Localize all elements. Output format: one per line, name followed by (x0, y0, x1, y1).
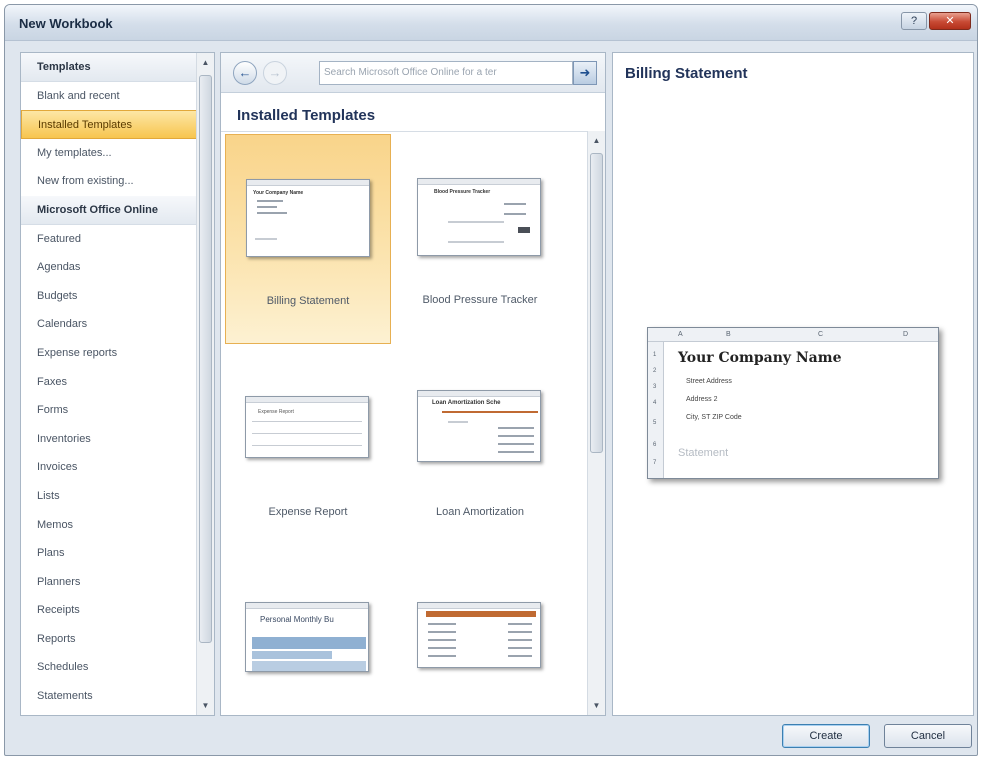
row-header: 2 (653, 368, 657, 374)
template-thumbnail: Personal Monthly Bu (245, 602, 369, 672)
sidebar-header-templates: Templates (21, 53, 197, 82)
row-header: 6 (653, 442, 657, 448)
preview-address-line: Street Address (686, 378, 732, 385)
title-bar: New Workbook ? ✕ (5, 5, 977, 41)
sidebar-item-featured[interactable]: Featured (21, 225, 197, 254)
preview-statement: Statement (678, 447, 729, 459)
preview-company-name: Your Company Name (678, 350, 842, 366)
template-tile-blood-pressure-tracker[interactable]: Blood Pressure Tracker Blood Pressure Tr… (397, 134, 563, 344)
sidebar-item-my-templates[interactable]: My templates... (21, 139, 197, 168)
preview-row-headers: 1 2 3 4 5 6 7 (648, 342, 664, 478)
template-thumbnail: Expense Report (245, 396, 369, 458)
preview-image: A B C D 1 2 3 4 5 6 7 Your Company Name … (647, 327, 939, 479)
column-header: B (726, 331, 731, 338)
column-header: A (678, 331, 683, 338)
thumbnail-title: Loan Amortization Sche (432, 400, 501, 406)
scroll-down-icon[interactable]: ▼ (588, 697, 605, 714)
scroll-thumb[interactable] (590, 153, 603, 453)
sidebar-item-forms[interactable]: Forms (21, 396, 197, 425)
scroll-up-icon[interactable]: ▲ (588, 132, 605, 149)
sidebar-item-reports[interactable]: Reports (21, 625, 197, 654)
create-button[interactable]: Create (782, 724, 870, 748)
thumbnail-title: Blood Pressure Tracker (434, 189, 491, 195)
template-thumbnail: Blood Pressure Tracker (417, 178, 541, 256)
search-go-button[interactable]: ➜ (573, 61, 597, 85)
thumbnail-title: Expense Report (258, 409, 294, 415)
gallery-scrollbar[interactable]: ▲ ▼ (587, 131, 605, 715)
template-thumbnail: Your Company Name (246, 179, 370, 257)
sidebar-item-receipts[interactable]: Receipts (21, 596, 197, 625)
column-header: C (818, 331, 824, 338)
sidebar-item-calendars[interactable]: Calendars (21, 310, 197, 339)
sidebar-item-plans[interactable]: Plans (21, 539, 197, 568)
preview-address-line: Address 2 (686, 396, 718, 403)
window-title: New Workbook (19, 16, 113, 31)
scroll-down-icon[interactable]: ▼ (197, 697, 214, 714)
navigation-bar: ← → Search Microsoft Office Online for a… (221, 53, 605, 93)
thumbnail-title: Your Company Name (253, 190, 304, 196)
search-input[interactable]: Search Microsoft Office Online for a ter (319, 61, 573, 85)
sidebar-item-faxes[interactable]: Faxes (21, 368, 197, 397)
gallery-title: Installed Templates (237, 107, 376, 124)
row-header: 1 (653, 352, 657, 358)
template-thumbnail: Loan Amortization Sche (417, 390, 541, 462)
window-controls: ? ✕ (901, 12, 971, 30)
sidebar-item-budgets[interactable]: Budgets (21, 282, 197, 311)
forward-button[interactable]: → (263, 61, 287, 85)
back-button[interactable]: ← (233, 61, 257, 85)
row-header: 3 (653, 384, 657, 390)
sidebar-item-inventories[interactable]: Inventories (21, 425, 197, 454)
cancel-button[interactable]: Cancel (884, 724, 972, 748)
row-header: 5 (653, 420, 657, 426)
column-header: D (903, 331, 909, 338)
preview-title: Billing Statement (625, 65, 748, 82)
sidebar-item-agendas[interactable]: Agendas (21, 253, 197, 282)
template-thumbnail (417, 602, 541, 668)
sidebar-item-blank-and-recent[interactable]: Blank and recent (21, 82, 197, 111)
template-gallery: Your Company Name Billing Statement Bloo… (221, 131, 589, 715)
row-header: 4 (653, 400, 657, 406)
template-label: Blood Pressure Tracker (422, 294, 538, 306)
sidebar-item-expense-reports[interactable]: Expense reports (21, 339, 197, 368)
template-label: Expense Report (268, 506, 348, 518)
scroll-up-icon[interactable]: ▲ (197, 54, 214, 71)
template-tile-expense-report[interactable]: Expense Report Expense Report (225, 346, 391, 556)
category-list: Templates Blank and recent Installed Templ… (21, 53, 197, 715)
preview-column-headers: A B C D (648, 328, 938, 342)
template-gallery-panel: ← → Search Microsoft Office Online for a… (220, 52, 606, 716)
template-tile-loan-amortization[interactable]: Loan Amortization Sche Loan Amortization (397, 346, 563, 556)
sidebar-item-new-from-existing[interactable]: New from existing... (21, 167, 197, 196)
template-label: Billing Statement (266, 295, 350, 307)
close-button[interactable]: ✕ (929, 12, 971, 30)
help-button[interactable]: ? (901, 12, 927, 30)
scroll-thumb[interactable] (199, 75, 212, 643)
template-tile-personal-monthly-budget[interactable]: Personal Monthly Bu (225, 558, 391, 715)
sidebar-item-planners[interactable]: Planners (21, 568, 197, 597)
category-scrollbar[interactable]: ▲ ▼ (196, 53, 214, 715)
thumbnail-title: Personal Monthly Bu (260, 615, 334, 624)
template-tile-sales-report[interactable] (397, 558, 563, 715)
template-label: Loan Amortization (435, 506, 525, 518)
sidebar-item-statements[interactable]: Statements (21, 682, 197, 711)
sidebar-header-microsoft-office-online: Microsoft Office Online (21, 195, 197, 225)
template-preview-panel: Billing Statement A B C D 1 2 3 4 5 6 7 … (612, 52, 974, 716)
sidebar-item-memos[interactable]: Memos (21, 511, 197, 540)
sidebar-item-schedules[interactable]: Schedules (21, 653, 197, 682)
template-tile-billing-statement[interactable]: Your Company Name Billing Statement (225, 134, 391, 344)
sidebar-item-installed-templates[interactable]: Installed Templates (21, 110, 197, 139)
sidebar-item-lists[interactable]: Lists (21, 482, 197, 511)
category-panel: Templates Blank and recent Installed Templ… (20, 52, 215, 716)
row-header: 7 (653, 460, 657, 466)
preview-address-line: City, ST ZIP Code (686, 414, 742, 421)
sidebar-item-invoices[interactable]: Invoices (21, 453, 197, 482)
